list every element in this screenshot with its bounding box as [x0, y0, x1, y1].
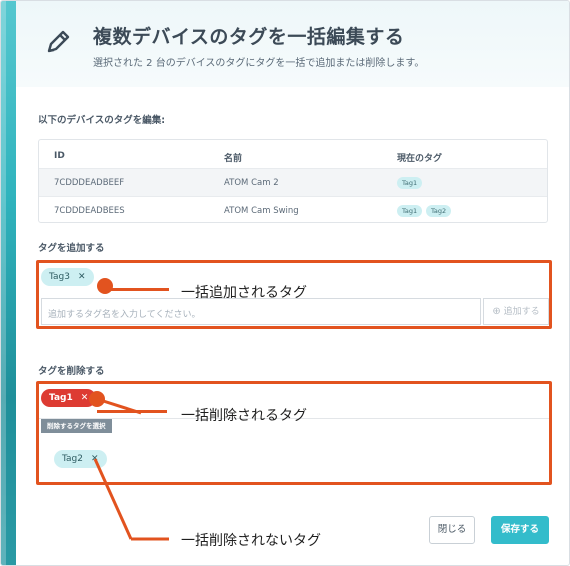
annotation-text: 一括削除されないタグ — [181, 533, 321, 549]
table-row: 7CDDDEADBEEF ATOM Cam 2 Tag1 — [39, 168, 547, 196]
dialog: 複数デバイスのタグを一括編集する 選択された 2 台のデバイスのタグにタグを一括… — [0, 0, 570, 566]
device-id: 7CDDDEADBEEF — [54, 178, 125, 188]
pencil-icon — [47, 30, 70, 53]
device-name: ATOM Cam Swing — [224, 206, 299, 216]
add-section-label: タグを追加する — [38, 243, 105, 254]
dialog-subtitle: 選択された 2 台のデバイスのタグにタグを一括で追加または削除します。 — [93, 58, 425, 69]
table-row: 7CDDDEADBEES ATOM Cam Swing Tag1 Tag2 — [39, 196, 547, 224]
devices-table: ID 名前 現在のタグ 7CDDDEADBEEF ATOM Cam 2 Tag1… — [38, 139, 548, 223]
dialog-header: 複数デバイスのタグを一括編集する 選択された 2 台のデバイスのタグにタグを一括… — [16, 1, 569, 87]
annotation-marker — [97, 278, 113, 294]
add-button-label: 追加する — [503, 307, 540, 317]
add-tag-button[interactable]: ⊕ 追加する — [483, 298, 549, 325]
tag-label: Tag3 — [49, 272, 70, 282]
annotation-line — [105, 288, 169, 291]
annotation-marker — [89, 391, 105, 407]
decorative-stripe — [1, 1, 16, 565]
close-button[interactable]: 閉じる — [429, 516, 475, 544]
close-icon[interactable]: ✕ — [81, 393, 89, 403]
device-tag: Tag1 — [397, 205, 423, 217]
tag-chip[interactable]: Tag3 ✕ — [41, 268, 94, 286]
device-tag: Tag2 — [426, 205, 452, 217]
remove-tags-panel: Tag1 ✕ 削除するタグを選択 Tag2 ✕ — [36, 381, 552, 485]
column-header-tags: 現在のタグ — [397, 154, 443, 164]
save-button[interactable]: 保存する — [491, 516, 549, 544]
device-id: 7CDDDEADBEES — [54, 206, 125, 216]
plus-circle-icon: ⊕ — [492, 306, 501, 317]
annotation-text: 一括追加されるタグ — [181, 285, 307, 301]
annotation-line — [97, 410, 167, 413]
tag-name-input[interactable]: 追加するタグ名を入力してください。 — [41, 298, 481, 325]
close-icon[interactable]: ✕ — [78, 272, 86, 282]
close-icon[interactable]: ✕ — [91, 454, 99, 464]
device-tag: Tag1 — [397, 177, 423, 189]
annotation-text: 一括削除されるタグ — [181, 408, 307, 424]
device-name: ATOM Cam 2 — [224, 178, 279, 188]
tag-label: Tag2 — [62, 454, 83, 464]
column-header-name: 名前 — [224, 154, 243, 164]
select-tags-header: 削除するタグを選択 — [41, 419, 112, 433]
dialog-title: 複数デバイスのタグを一括編集する — [93, 26, 405, 48]
remove-section-label: タグを削除する — [38, 366, 105, 377]
tag-label: Tag1 — [49, 393, 73, 403]
devices-section-label: 以下のデバイスのタグを編集: — [38, 115, 166, 126]
column-header-id: ID — [54, 151, 65, 161]
tag-option[interactable]: Tag2 ✕ — [54, 450, 107, 468]
